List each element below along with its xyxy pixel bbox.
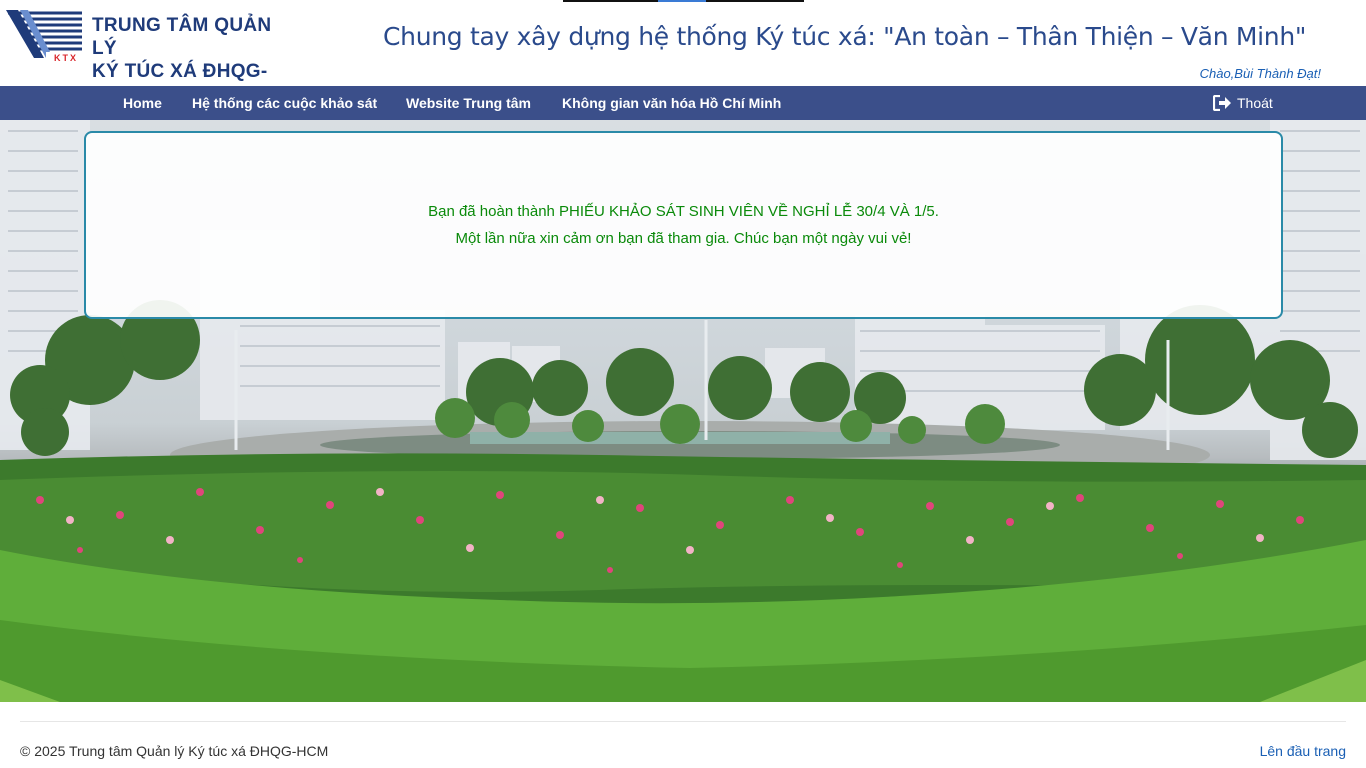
logout-button[interactable]: Thoát — [1213, 86, 1273, 120]
user-greeting: Chào,Bùi Thành Đạt! — [1199, 66, 1321, 81]
nav-center-website[interactable]: Website Trung tâm — [406, 86, 531, 120]
completion-message-card: Bạn đã hoàn thành PHIẾU KHẢO SÁT SINH VI… — [84, 131, 1283, 319]
back-to-top-link[interactable]: Lên đầu trang — [1260, 743, 1346, 759]
nav-ho-chi-minh-culture[interactable]: Không gian văn hóa Hồ Chí Minh — [562, 86, 781, 120]
completion-message-line-2: Một lần nữa xin cảm ơn bạn đã tham gia. … — [455, 230, 912, 247]
logout-label: Thoát — [1237, 95, 1273, 111]
logo-badge: KTX — [54, 53, 78, 62]
site-header: KTX TRUNG TÂM QUẢN LÝ KÝ TÚC XÁ ĐHQG-HCM… — [0, 0, 1366, 105]
site-footer: © 2025 Trung tâm Quản lý Ký túc xá ĐHQG-… — [0, 702, 1366, 768]
main-navbar: Home Hệ thống các cuộc khảo sát Website … — [0, 86, 1366, 120]
sign-out-icon — [1213, 95, 1231, 111]
top-progress-accent — [658, 0, 706, 2]
nav-surveys[interactable]: Hệ thống các cuộc khảo sát — [192, 86, 377, 120]
ktx-logo-icon: KTX — [6, 10, 86, 62]
footer-divider — [20, 721, 1346, 722]
completion-message-line-1: Bạn đã hoàn thành PHIẾU KHẢO SÁT SINH VI… — [428, 203, 939, 220]
nav-home[interactable]: Home — [123, 86, 162, 120]
footer-copyright: © 2025 Trung tâm Quản lý Ký túc xá ĐHQG-… — [20, 743, 329, 759]
site-slogan: Chung tay xây dựng hệ thống Ký túc xá: "… — [383, 22, 1307, 51]
logo-line-1: TRUNG TÂM QUẢN LÝ — [92, 15, 272, 59]
site-logo[interactable]: KTX TRUNG TÂM QUẢN LÝ KÝ TÚC XÁ ĐHQG-HCM — [4, 10, 294, 105]
